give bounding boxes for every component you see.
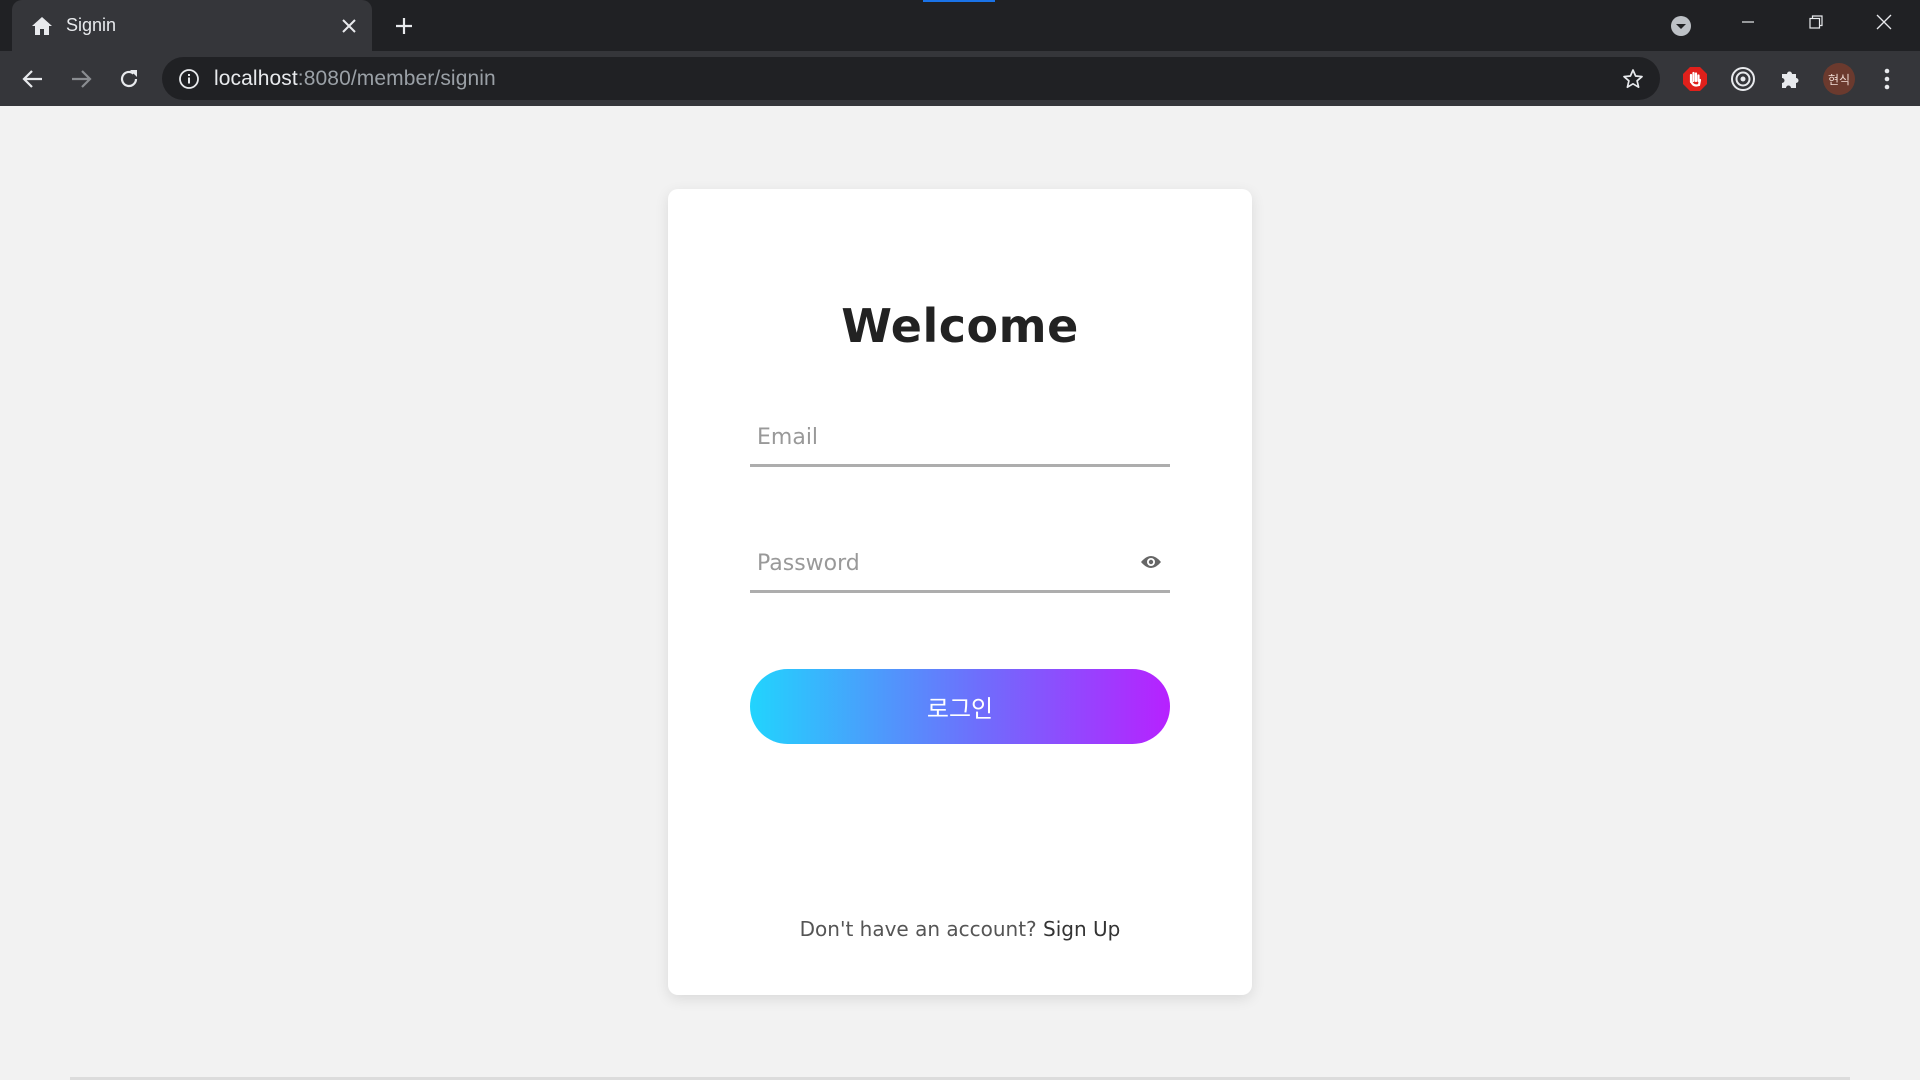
url-text[interactable]: localhost:8080/member/signin — [214, 67, 1618, 91]
address-bar[interactable]: localhost:8080/member/signin — [162, 57, 1660, 100]
email-field-wrapper — [750, 411, 1170, 467]
tab-title: Signin — [66, 15, 117, 35]
loading-indicator — [923, 0, 995, 2]
avatar[interactable]: 현식 — [1823, 63, 1855, 95]
email-field[interactable] — [750, 411, 1170, 464]
tab-close-icon[interactable] — [334, 11, 364, 41]
star-icon[interactable] — [1618, 64, 1648, 94]
arrow-right-icon[interactable] — [64, 62, 98, 96]
url-path: :8080/member/signin — [297, 66, 496, 90]
tab-signin[interactable]: Signin — [12, 0, 372, 51]
tab-search-icon[interactable] — [1666, 11, 1696, 41]
arrow-left-icon[interactable] — [16, 62, 50, 96]
signup-line: Don't have an account? Sign Up — [668, 917, 1252, 941]
home-icon — [30, 14, 54, 38]
signin-card: Welcome 로그인 Don't have an account? Sign … — [668, 189, 1252, 995]
puzzle-icon[interactable] — [1776, 64, 1806, 94]
reload-icon[interactable] — [112, 62, 146, 96]
url-host: localhost — [214, 66, 298, 90]
info-icon[interactable] — [176, 66, 202, 92]
password-field-wrapper — [750, 537, 1170, 593]
kebab-menu-icon[interactable] — [1872, 64, 1902, 94]
restore-icon[interactable] — [1784, 0, 1848, 44]
target-icon[interactable] — [1728, 64, 1758, 94]
login-button[interactable]: 로그인 — [750, 669, 1170, 744]
signup-link[interactable]: Sign Up — [1043, 917, 1120, 941]
minimize-icon[interactable] — [1716, 0, 1780, 44]
browser-toolbar: localhost:8080/member/signin 현식 — [0, 51, 1920, 106]
new-tab-button[interactable] — [388, 10, 420, 42]
stop-hand-icon[interactable] — [1680, 64, 1710, 94]
window-close-icon[interactable] — [1852, 0, 1916, 44]
page-title: Welcome — [841, 299, 1079, 353]
password-field[interactable] — [750, 537, 1170, 590]
signup-prompt: Don't have an account? — [799, 917, 1037, 941]
eye-icon[interactable] — [1138, 549, 1164, 575]
browser-titlebar: Signin — [0, 0, 1920, 51]
